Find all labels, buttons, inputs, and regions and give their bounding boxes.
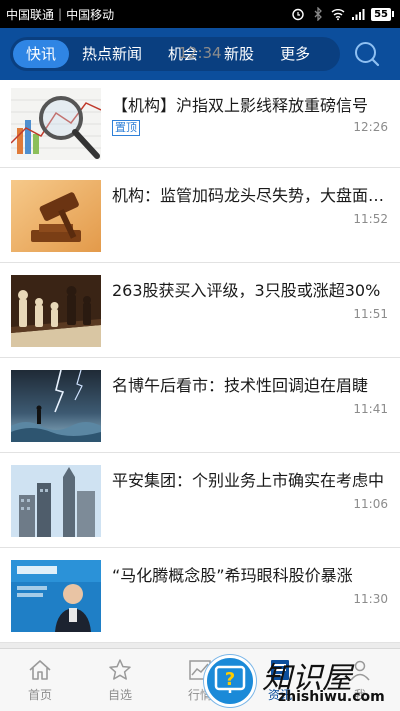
news-time: 12:26: [353, 120, 388, 134]
home-icon: [29, 659, 51, 680]
bottom-nav-label: 首页: [27, 687, 52, 702]
news-thumbnail: [11, 560, 101, 632]
carrier-1: 中国联通: [6, 7, 55, 22]
chart-icon: [189, 659, 211, 680]
tab-opportunity[interactable]: 机会: [155, 40, 211, 68]
bottom-nav: 首页 自选 行情 资讯 我: [0, 648, 400, 711]
search-button[interactable]: [352, 39, 382, 69]
news-thumbnail: [11, 180, 101, 252]
carrier-2: 中国移动: [66, 7, 115, 22]
news-list: 【机构】沪指双上影线释放重磅信号 置顶 12:26 机构：监管加码龙头尽失势，大…: [0, 80, 400, 643]
news-item[interactable]: 【机构】沪指双上影线释放重磅信号 置顶 12:26: [0, 80, 400, 168]
tab-new-stocks[interactable]: 新股: [211, 40, 267, 68]
carrier-separator: |: [58, 7, 63, 21]
top-nav: 快讯 热点新闻 机会 新股 更多: [0, 28, 400, 80]
app-screen: 中国联通 | 中国移动 12:34 55 快讯 热点新闻 机会 新股 更多 【机…: [0, 0, 400, 711]
news-title: 平安集团：个别业务上市确实在考虑中: [112, 471, 385, 490]
status-bar: 中国联通 | 中国移动 12:34 55: [0, 0, 400, 62]
news-thumbnail: [11, 370, 101, 442]
news-item[interactable]: 263股获买入评级，3只股或涨超30% 11:51: [0, 263, 400, 358]
news-item[interactable]: 平安集团：个别业务上市确实在考虑中 11:06: [0, 453, 400, 548]
pinned-badge: 置顶: [112, 120, 140, 136]
news-title: “马化腾概念股”希玛眼科股价暴涨: [112, 566, 353, 585]
news-time: 11:52: [353, 212, 388, 226]
alarm-icon: [292, 8, 304, 21]
search-icon: [355, 42, 380, 67]
bluetooth-icon: [314, 7, 322, 21]
news-thumbnail: [11, 465, 101, 537]
news-title: 263股获买入评级，3只股或涨超30%: [112, 281, 381, 300]
news-title: 【机构】沪指双上影线释放重磅信号: [112, 96, 369, 115]
news-time: 11:30: [353, 592, 388, 606]
battery-level: 55: [371, 7, 391, 21]
bottom-nav-label: 我: [353, 687, 366, 702]
signal-icon: [352, 9, 365, 20]
category-tabs: 快讯 热点新闻 机会 新股 更多: [10, 37, 340, 71]
bottom-nav-market[interactable]: 行情: [160, 649, 240, 711]
news-icon: [271, 659, 289, 680]
news-item[interactable]: “马化腾概念股”希玛眼科股价暴涨 11:30: [0, 548, 400, 643]
bottom-nav-favorites[interactable]: 自选: [80, 649, 160, 711]
tab-hot-news[interactable]: 热点新闻: [69, 40, 155, 68]
star-icon: [109, 658, 131, 680]
bottom-nav-label: 资讯: [267, 687, 292, 702]
news-time: 11:06: [353, 497, 388, 511]
news-title: 机构：监管加码龙头尽失势，大盘面临考验: [112, 186, 388, 205]
news-thumbnail: [11, 275, 101, 347]
bottom-nav-label: 自选: [107, 687, 132, 702]
news-time: 11:41: [353, 402, 388, 416]
bottom-nav-label: 行情: [187, 687, 212, 702]
news-time: 11:51: [353, 307, 388, 321]
bottom-nav-me[interactable]: 我: [320, 649, 400, 711]
tab-more[interactable]: 更多: [267, 40, 323, 68]
bottom-nav-news[interactable]: 资讯: [240, 649, 320, 711]
news-item[interactable]: 机构：监管加码龙头尽失势，大盘面临考验 11:52: [0, 168, 400, 263]
news-title: 名博午后看市：技术性回调迫在眉睫: [112, 376, 369, 395]
bottom-nav-home[interactable]: 首页: [0, 649, 80, 711]
news-item[interactable]: 名博午后看市：技术性回调迫在眉睫 11:41: [0, 358, 400, 453]
battery-indicator: 55: [371, 7, 394, 21]
news-thumbnail: [11, 88, 101, 160]
user-icon: [350, 660, 370, 680]
wifi-icon: [331, 9, 345, 21]
tab-kuaixun[interactable]: 快讯: [13, 40, 70, 68]
